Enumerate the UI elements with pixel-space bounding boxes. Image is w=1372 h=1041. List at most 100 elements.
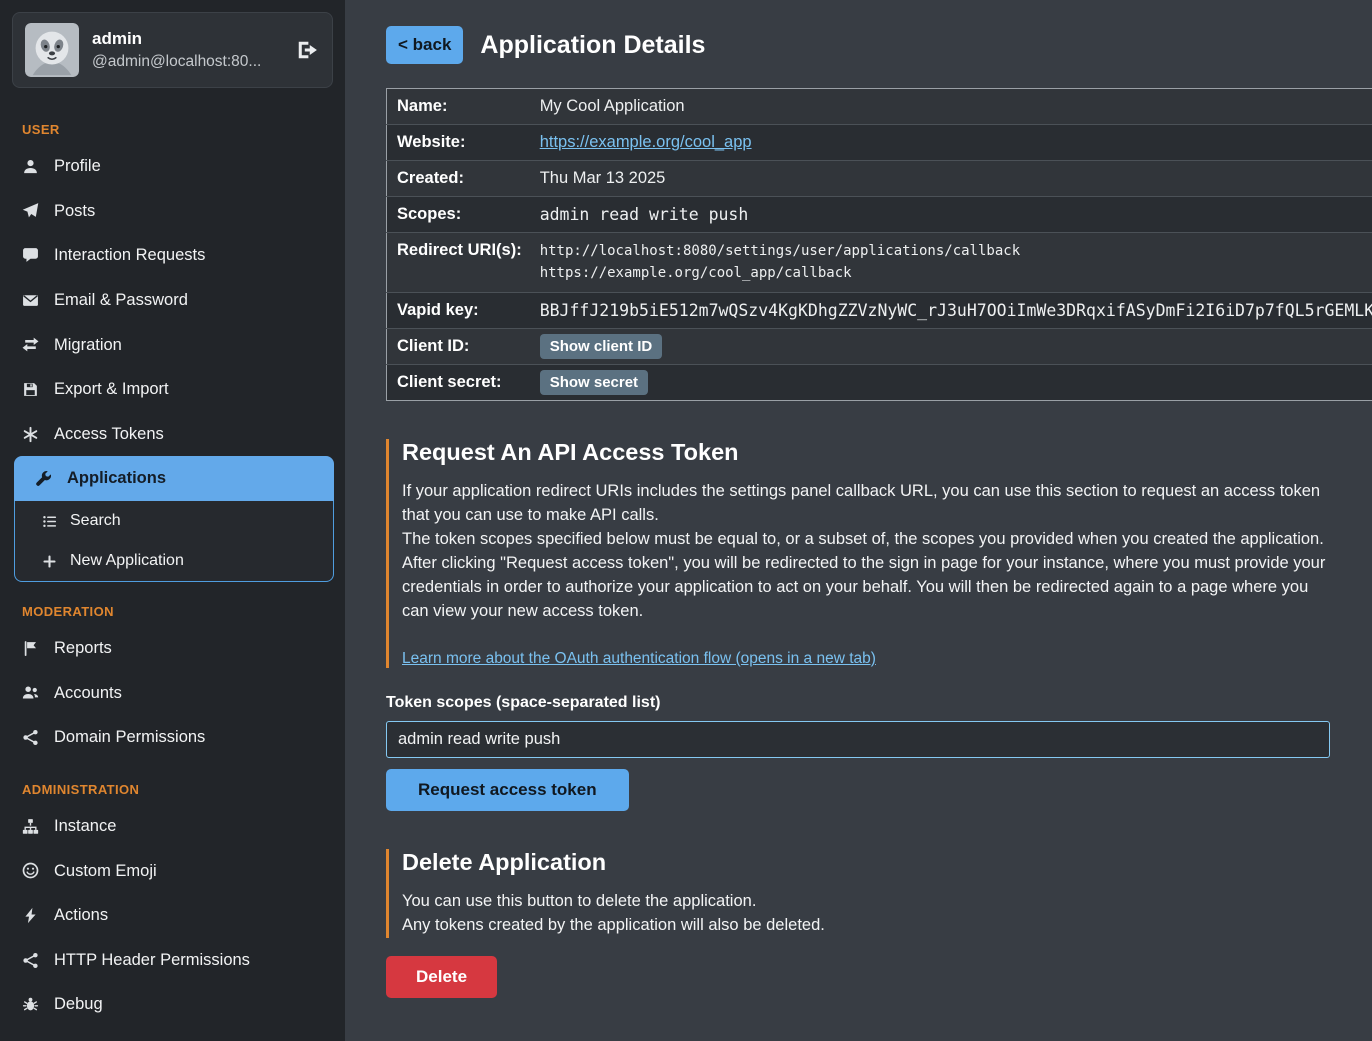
sitemap-icon	[22, 818, 39, 835]
show-secret-button[interactable]: Show secret	[540, 370, 648, 395]
applications-submenu: Search New Application	[14, 501, 334, 582]
section-label-moderation: MODERATION	[0, 582, 345, 626]
sidebar-item-search[interactable]: Search	[15, 501, 333, 541]
sign-out-icon[interactable]	[296, 39, 320, 61]
sidebar-item-actions[interactable]: Actions	[0, 893, 345, 938]
sidebar-item-profile[interactable]: Profile	[0, 144, 345, 189]
table-row-created: Created: Thu Mar 13 2025	[387, 161, 1372, 197]
nav-label: Interaction Requests	[54, 245, 205, 266]
nav-label: Reports	[54, 638, 112, 659]
row-label: Name:	[387, 89, 532, 125]
sidebar-item-interaction-requests[interactable]: Interaction Requests	[0, 233, 345, 278]
request-access-token-button[interactable]: Request access token	[386, 769, 629, 811]
flag-icon	[22, 640, 39, 657]
sidebar-item-access-tokens[interactable]: Access Tokens	[0, 412, 345, 457]
user-card[interactable]: admin @admin@localhost:80...	[12, 12, 333, 88]
paragraph: After clicking "Request access token", y…	[402, 552, 1330, 624]
user-meta: admin @admin@localhost:80...	[92, 29, 283, 71]
row-label: Client secret:	[387, 365, 532, 401]
users-icon	[22, 684, 39, 701]
asterisk-icon	[22, 426, 39, 443]
page-title: Application Details	[480, 31, 705, 60]
sidebar-item-export-import[interactable]: Export & Import	[0, 367, 345, 412]
main-content: < back Application Details Name: My Cool…	[345, 0, 1372, 1041]
user-avatar	[25, 23, 79, 77]
request-token-section: Request An API Access Token If your appl…	[386, 439, 1330, 811]
row-value: admin read write push	[532, 197, 1372, 233]
row-value: Thu Mar 13 2025	[532, 161, 1372, 197]
row-label: Redirect URI(s):	[387, 233, 532, 293]
user-icon	[22, 158, 39, 175]
sidebar-item-migration[interactable]: Migration	[0, 323, 345, 368]
sidebar-item-accounts[interactable]: Accounts	[0, 671, 345, 716]
nav-label: Actions	[54, 905, 108, 926]
row-value: http://localhost:8080/settings/user/appl…	[532, 233, 1372, 293]
sidebar-item-http-header-permissions[interactable]: HTTP Header Permissions	[0, 938, 345, 983]
row-label: Client ID:	[387, 329, 532, 365]
exchange-icon	[22, 336, 39, 353]
nav-label: Accounts	[54, 683, 122, 704]
share-nodes-icon	[22, 952, 39, 969]
row-label: Vapid key:	[387, 293, 532, 329]
token-scopes-input[interactable]	[386, 721, 1330, 758]
nav-label: Custom Emoji	[54, 861, 157, 882]
list-icon	[42, 514, 57, 529]
delete-button[interactable]: Delete	[386, 956, 497, 998]
delete-application-docs: Delete Application You can use this butt…	[386, 849, 1330, 938]
sidebar-item-email-password[interactable]: Email & Password	[0, 278, 345, 323]
section-label-administration: ADMINISTRATION	[0, 760, 345, 804]
row-value: Show client ID	[532, 329, 1372, 365]
plus-icon	[42, 554, 57, 569]
sidebar-item-applications[interactable]: Applications	[14, 456, 334, 501]
token-form: Token scopes (space-separated list) Requ…	[386, 694, 1330, 811]
sidebar-item-debug[interactable]: Debug	[0, 982, 345, 1027]
table-row-website: Website: https://example.org/cool_app	[387, 125, 1372, 161]
nav-label: Posts	[54, 201, 95, 222]
nav-label: Debug	[54, 994, 103, 1015]
page-header: < back Application Details	[386, 26, 1330, 64]
back-button[interactable]: < back	[386, 26, 463, 64]
sloth-avatar	[25, 23, 79, 77]
user-name: admin	[92, 29, 283, 49]
sidebar-item-instance[interactable]: Instance	[0, 804, 345, 849]
row-value: My Cool Application	[532, 89, 1372, 125]
delete-application-section: Delete Application You can use this butt…	[386, 849, 1330, 998]
row-label: Website:	[387, 125, 532, 161]
row-value: https://example.org/cool_app	[532, 125, 1372, 161]
sidebar-item-domain-permissions[interactable]: Domain Permissions	[0, 715, 345, 760]
share-nodes-icon	[22, 729, 39, 746]
nav-label: Access Tokens	[54, 424, 164, 445]
sidebar: admin @admin@localhost:80... USER Profil…	[0, 0, 345, 1041]
show-client-id-button[interactable]: Show client ID	[540, 334, 663, 359]
comment-icon	[22, 247, 39, 264]
row-value: BBJffJ219b5iE512m7wQSzv4KgKDhgZZVzNyWC_r…	[532, 293, 1372, 329]
row-label: Scopes:	[387, 197, 532, 233]
table-row-client-secret: Client secret: Show secret	[387, 365, 1372, 401]
paragraph: You can use this button to delete the ap…	[402, 890, 1330, 914]
sidebar-item-new-application[interactable]: New Application	[15, 541, 333, 581]
request-token-docs: Request An API Access Token If your appl…	[386, 439, 1330, 668]
sidebar-nav: USER Profile Posts Interaction Requests …	[0, 100, 345, 1027]
table-row-name: Name: My Cool Application	[387, 89, 1372, 125]
sidebar-item-reports[interactable]: Reports	[0, 626, 345, 671]
envelope-icon	[22, 292, 39, 309]
nav-label: HTTP Header Permissions	[54, 950, 250, 971]
section-heading: Delete Application	[402, 849, 1330, 876]
website-link[interactable]: https://example.org/cool_app	[540, 133, 752, 151]
sidebar-item-custom-emoji[interactable]: Custom Emoji	[0, 849, 345, 894]
token-scopes-label: Token scopes (space-separated list)	[386, 694, 1330, 712]
sidebar-item-posts[interactable]: Posts	[0, 189, 345, 234]
paragraph: The token scopes specified below must be…	[402, 528, 1330, 552]
section-heading: Request An API Access Token	[402, 439, 1330, 466]
nav-label: Domain Permissions	[54, 727, 205, 748]
nav-label: Export & Import	[54, 379, 169, 400]
user-handle: @admin@localhost:80...	[92, 53, 283, 71]
nav-label: New Application	[70, 551, 184, 571]
oauth-docs-link[interactable]: Learn more about the OAuth authenticatio…	[402, 650, 876, 668]
nav-label: Search	[70, 511, 121, 531]
paper-plane-icon	[22, 202, 39, 219]
bolt-icon	[22, 907, 39, 924]
application-details-table: Name: My Cool Application Website: https…	[386, 88, 1372, 401]
applications-group: Applications Search New Application	[14, 456, 334, 582]
redirect-uri: http://localhost:8080/settings/user/appl…	[540, 241, 1372, 263]
